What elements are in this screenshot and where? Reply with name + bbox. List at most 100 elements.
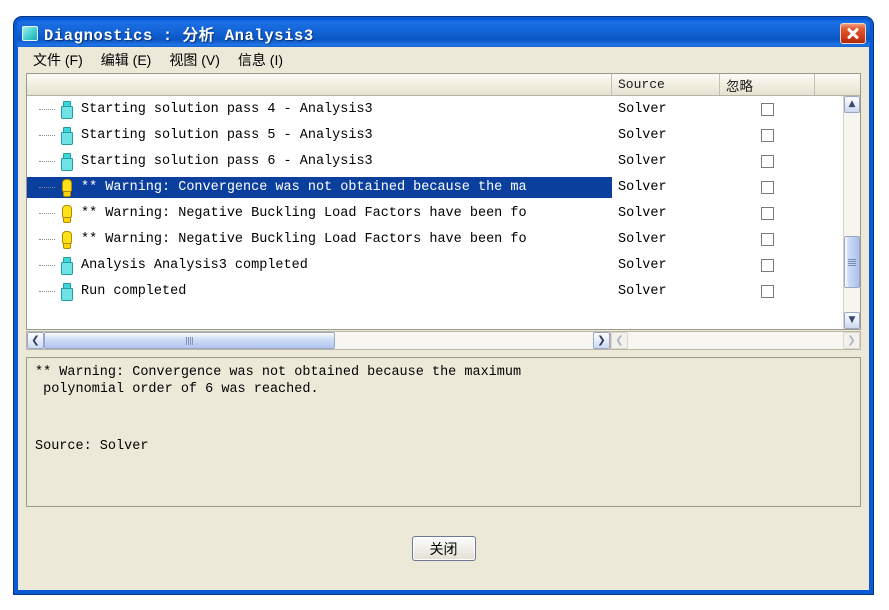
source-scroll-track[interactable] — [628, 332, 843, 349]
ignore-checkbox[interactable] — [761, 128, 774, 142]
message-scroll-thumb[interactable] — [44, 332, 335, 349]
row-message-text: ** Warning: Negative Buckling Load Facto… — [81, 205, 527, 221]
row-message-cell: ** Warning: Convergence was not obtained… — [27, 176, 612, 198]
vertical-scroll-thumb[interactable] — [844, 236, 860, 289]
ignore-checkbox[interactable] — [761, 102, 774, 116]
column-header-message[interactable] — [27, 74, 612, 95]
row-message-cell: Starting solution pass 4 - Analysis3 — [27, 99, 612, 119]
row-message-cell: Run completed — [27, 281, 612, 301]
scroll-grip-icon — [848, 258, 856, 266]
row-message-cell: ** Warning: Negative Buckling Load Facto… — [27, 203, 612, 223]
scroll-up-icon[interactable]: ▲ — [844, 96, 860, 113]
horizontal-scroll-strip: ❮ ❯ ❮ ❯ — [26, 331, 861, 350]
ignore-checkbox[interactable] — [761, 258, 774, 272]
info-icon — [58, 283, 74, 301]
warning-icon — [58, 179, 74, 197]
list-rows: Starting solution pass 4 - Analysis3 Sol… — [27, 96, 843, 329]
tree-line-icon — [39, 239, 55, 240]
row-source-cell: Solver — [618, 205, 667, 221]
row-message-text: ** Warning: Negative Buckling Load Facto… — [81, 231, 527, 247]
tree-line-icon — [39, 265, 55, 266]
row-source-cell: Solver — [618, 231, 667, 247]
message-detail-pane: ** Warning: Convergence was not obtained… — [26, 357, 861, 507]
row-message-cell: Starting solution pass 5 - Analysis3 — [27, 125, 612, 145]
vertical-scroll-track[interactable] — [844, 113, 860, 312]
source-scroll-right-icon[interactable]: ❯ — [843, 332, 860, 349]
row-ignore-cell[interactable] — [720, 206, 815, 220]
ignore-checkbox[interactable] — [761, 284, 774, 298]
table-row[interactable]: ** Warning: Negative Buckling Load Facto… — [27, 200, 843, 226]
tree-line-icon — [39, 213, 55, 214]
ignore-checkbox[interactable] — [761, 154, 774, 168]
info-icon — [58, 153, 74, 171]
warning-icon — [58, 231, 74, 249]
source-scroll-left-icon[interactable]: ❮ — [611, 332, 628, 349]
row-message-text: ** Warning: Convergence was not obtained… — [81, 176, 527, 198]
row-ignore-cell[interactable] — [720, 102, 815, 116]
warning-icon — [58, 205, 74, 223]
column-header-source[interactable]: Source — [612, 74, 720, 95]
tree-line-icon — [39, 161, 55, 162]
table-row[interactable]: Starting solution pass 4 - Analysis3 Sol… — [27, 96, 843, 122]
tree-line-icon — [39, 291, 55, 292]
row-message-cell: Starting solution pass 6 - Analysis3 — [27, 151, 612, 171]
row-source-cell: Solver — [618, 153, 667, 169]
main-panel: Source 忽略 Starting solution pass 4 - Ana… — [18, 73, 869, 590]
table-row[interactable]: Run completed Solver — [27, 278, 843, 304]
row-message-text: Starting solution pass 5 - Analysis3 — [81, 127, 373, 143]
window-close-icon[interactable] — [840, 23, 866, 44]
table-row[interactable]: Starting solution pass 6 - Analysis3 Sol… — [27, 148, 843, 174]
table-row[interactable]: Starting solution pass 5 - Analysis3 Sol… — [27, 122, 843, 148]
row-ignore-cell[interactable] — [720, 180, 815, 194]
detail-line-3: Source: Solver — [35, 439, 149, 454]
row-message-text: Starting solution pass 6 - Analysis3 — [81, 153, 373, 169]
column-header-filler — [815, 74, 860, 95]
info-icon — [58, 101, 74, 119]
row-source-cell: Solver — [618, 101, 667, 117]
row-source-cell: Solver — [618, 283, 667, 299]
close-button[interactable]: 关闭 — [411, 536, 476, 561]
tree-line-icon — [39, 187, 55, 188]
scroll-left-icon[interactable]: ❮ — [27, 332, 44, 349]
menu-item-edit[interactable]: 编辑 (E) — [92, 48, 161, 72]
ignore-checkbox[interactable] — [761, 232, 774, 246]
row-ignore-cell[interactable] — [720, 128, 815, 142]
row-message-text: Starting solution pass 4 - Analysis3 — [81, 101, 373, 117]
source-horizontal-scrollbar[interactable]: ❮ ❯ — [611, 331, 861, 350]
detail-line-2: polynomial order of 6 was reached. — [35, 382, 319, 397]
info-icon — [58, 257, 74, 275]
row-ignore-cell[interactable] — [720, 232, 815, 246]
title-bar[interactable]: Diagnostics : 分析 Analysis3 — [17, 20, 870, 47]
app-window-icon — [22, 26, 38, 41]
message-scroll-track[interactable] — [44, 332, 593, 349]
menu-item-info[interactable]: 信息 (I) — [229, 48, 292, 72]
message-horizontal-scrollbar[interactable]: ❮ ❯ — [26, 331, 611, 350]
list-header: Source 忽略 — [27, 74, 860, 96]
menu-item-file[interactable]: 文件 (F) — [24, 48, 92, 72]
tree-line-icon — [39, 109, 55, 110]
ignore-checkbox[interactable] — [761, 180, 774, 194]
row-source-cell: Solver — [618, 127, 667, 143]
menu-item-view[interactable]: 视图 (V) — [160, 48, 229, 72]
scroll-down-icon[interactable]: ▼ — [844, 312, 860, 329]
row-message-text: Run completed — [81, 283, 187, 299]
scroll-right-icon[interactable]: ❯ — [593, 332, 610, 349]
tree-line-icon — [39, 135, 55, 136]
row-message-cell: ** Warning: Negative Buckling Load Facto… — [27, 229, 612, 249]
diagnostics-list: Source 忽略 Starting solution pass 4 - Ana… — [26, 73, 861, 330]
table-row[interactable]: Analysis Analysis3 completed Solver — [27, 252, 843, 278]
row-source-cell: Solver — [618, 179, 667, 195]
client-area: 文件 (F) 编辑 (E) 视图 (V) 信息 (I) Source 忽略 St… — [17, 47, 870, 591]
row-ignore-cell[interactable] — [720, 258, 815, 272]
vertical-scrollbar[interactable]: ▲ ▼ — [843, 96, 860, 329]
detail-gap — [35, 398, 852, 438]
column-header-ignore[interactable]: 忽略 — [720, 74, 815, 95]
table-row[interactable]: ** Warning: Negative Buckling Load Facto… — [27, 226, 843, 252]
menu-bar: 文件 (F) 编辑 (E) 视图 (V) 信息 (I) — [18, 47, 869, 73]
ignore-checkbox[interactable] — [761, 206, 774, 220]
row-ignore-cell[interactable] — [720, 154, 815, 168]
row-message-cell: Analysis Analysis3 completed — [27, 255, 612, 275]
row-ignore-cell[interactable] — [720, 284, 815, 298]
table-row-selected[interactable]: ** Warning: Convergence was not obtained… — [27, 174, 843, 200]
detail-line-1: ** Warning: Convergence was not obtained… — [35, 365, 522, 380]
